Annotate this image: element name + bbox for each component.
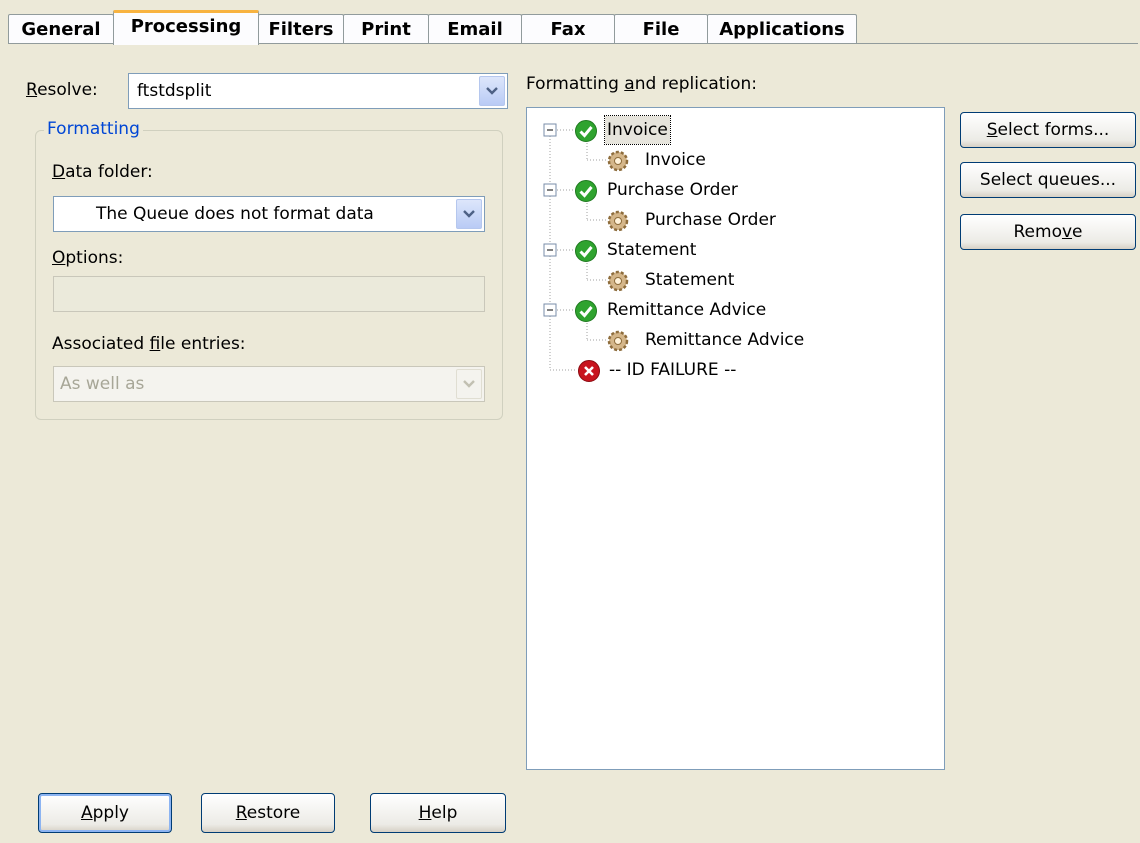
tree-item-invoice[interactable]: Invoice — [527, 115, 827, 145]
resolve-label: Resolve: — [26, 80, 98, 100]
tab-file[interactable]: File — [614, 14, 708, 44]
check-ok-icon — [575, 240, 597, 262]
apply-button[interactable]: Apply — [38, 793, 172, 833]
check-ok-icon — [575, 120, 597, 142]
formatting-replication-label: Formatting and replication: — [526, 74, 758, 94]
restore-button[interactable]: Restore — [201, 793, 335, 833]
associated-file-entries-value: As well as — [60, 374, 145, 394]
tab-general[interactable]: General — [8, 14, 114, 44]
gear-icon — [607, 210, 629, 232]
tree-item-label: Purchase Order — [607, 180, 738, 200]
tree-item-label: -- ID FAILURE -- — [609, 360, 737, 380]
help-button[interactable]: Help — [370, 793, 506, 833]
tree-item-remittance-advice[interactable]: Remittance Advice — [527, 296, 827, 324]
resolve-value: ftstdsplit — [137, 81, 212, 101]
gear-icon — [607, 330, 629, 352]
options-field[interactable] — [53, 276, 485, 312]
collapse-icon[interactable] — [543, 303, 557, 317]
error-icon — [578, 360, 600, 382]
tab-applications[interactable]: Applications — [707, 14, 857, 44]
data-folder-label: Data folder: — [52, 162, 153, 182]
tree-item-remittance-advice-queue[interactable]: Remittance Advice — [527, 326, 827, 354]
check-ok-icon — [575, 180, 597, 202]
associated-file-entries-combo[interactable]: As well as — [53, 366, 485, 402]
tree-item-purchase-order-queue[interactable]: Purchase Order — [527, 206, 827, 234]
associated-file-entries-label: Associated file entries: — [52, 334, 246, 354]
remove-button[interactable]: Remove — [960, 214, 1136, 250]
tab-print[interactable]: Print — [343, 14, 429, 44]
tree-item-label: Statement — [607, 240, 697, 260]
tree-item-statement-queue[interactable]: Statement — [527, 266, 827, 294]
data-folder-value: The Queue does not format data — [96, 204, 374, 224]
chevron-down-icon[interactable] — [456, 199, 482, 229]
check-ok-icon — [575, 300, 597, 322]
tree-item-invoice-queue[interactable]: Invoice — [527, 146, 827, 174]
resolve-combo[interactable]: ftstdsplit — [128, 73, 508, 109]
chevron-down-icon[interactable] — [479, 76, 505, 106]
tree-item-purchase-order[interactable]: Purchase Order — [527, 176, 827, 204]
collapse-icon[interactable] — [543, 243, 557, 257]
tree-item-label: Invoice — [645, 150, 706, 170]
processing-panel: Resolve: ftstdsplit Formatting Data fold… — [8, 43, 1138, 842]
formatting-legend: Formatting — [44, 119, 143, 139]
tree-item-label: Purchase Order — [645, 210, 776, 230]
collapse-icon[interactable] — [543, 123, 557, 137]
tree-item-label: Remittance Advice — [645, 330, 805, 350]
tree-item-label: Invoice — [604, 115, 671, 145]
options-label: Options: — [52, 248, 124, 268]
formatting-tree[interactable]: Invoice Invoice Purchase Order Purchase … — [526, 107, 945, 770]
gear-icon — [607, 150, 629, 172]
tab-email[interactable]: Email — [428, 14, 522, 44]
select-forms-button[interactable]: Select forms... — [960, 112, 1136, 148]
tree-item-label: Remittance Advice — [607, 300, 767, 320]
tab-fax[interactable]: Fax — [521, 14, 615, 44]
tree-item-id-failure[interactable]: -- ID FAILURE -- — [527, 356, 827, 384]
collapse-icon[interactable] — [543, 183, 557, 197]
data-folder-combo[interactable]: The Queue does not format data — [53, 196, 485, 232]
tab-processing[interactable]: Processing — [113, 10, 259, 45]
chevron-down-icon[interactable] — [456, 369, 482, 399]
tab-filters[interactable]: Filters — [258, 14, 344, 44]
select-queues-button[interactable]: Select queues... — [960, 162, 1136, 198]
gear-icon — [607, 270, 629, 292]
tree-item-label: Statement — [645, 270, 735, 290]
tree-item-statement[interactable]: Statement — [527, 236, 827, 264]
